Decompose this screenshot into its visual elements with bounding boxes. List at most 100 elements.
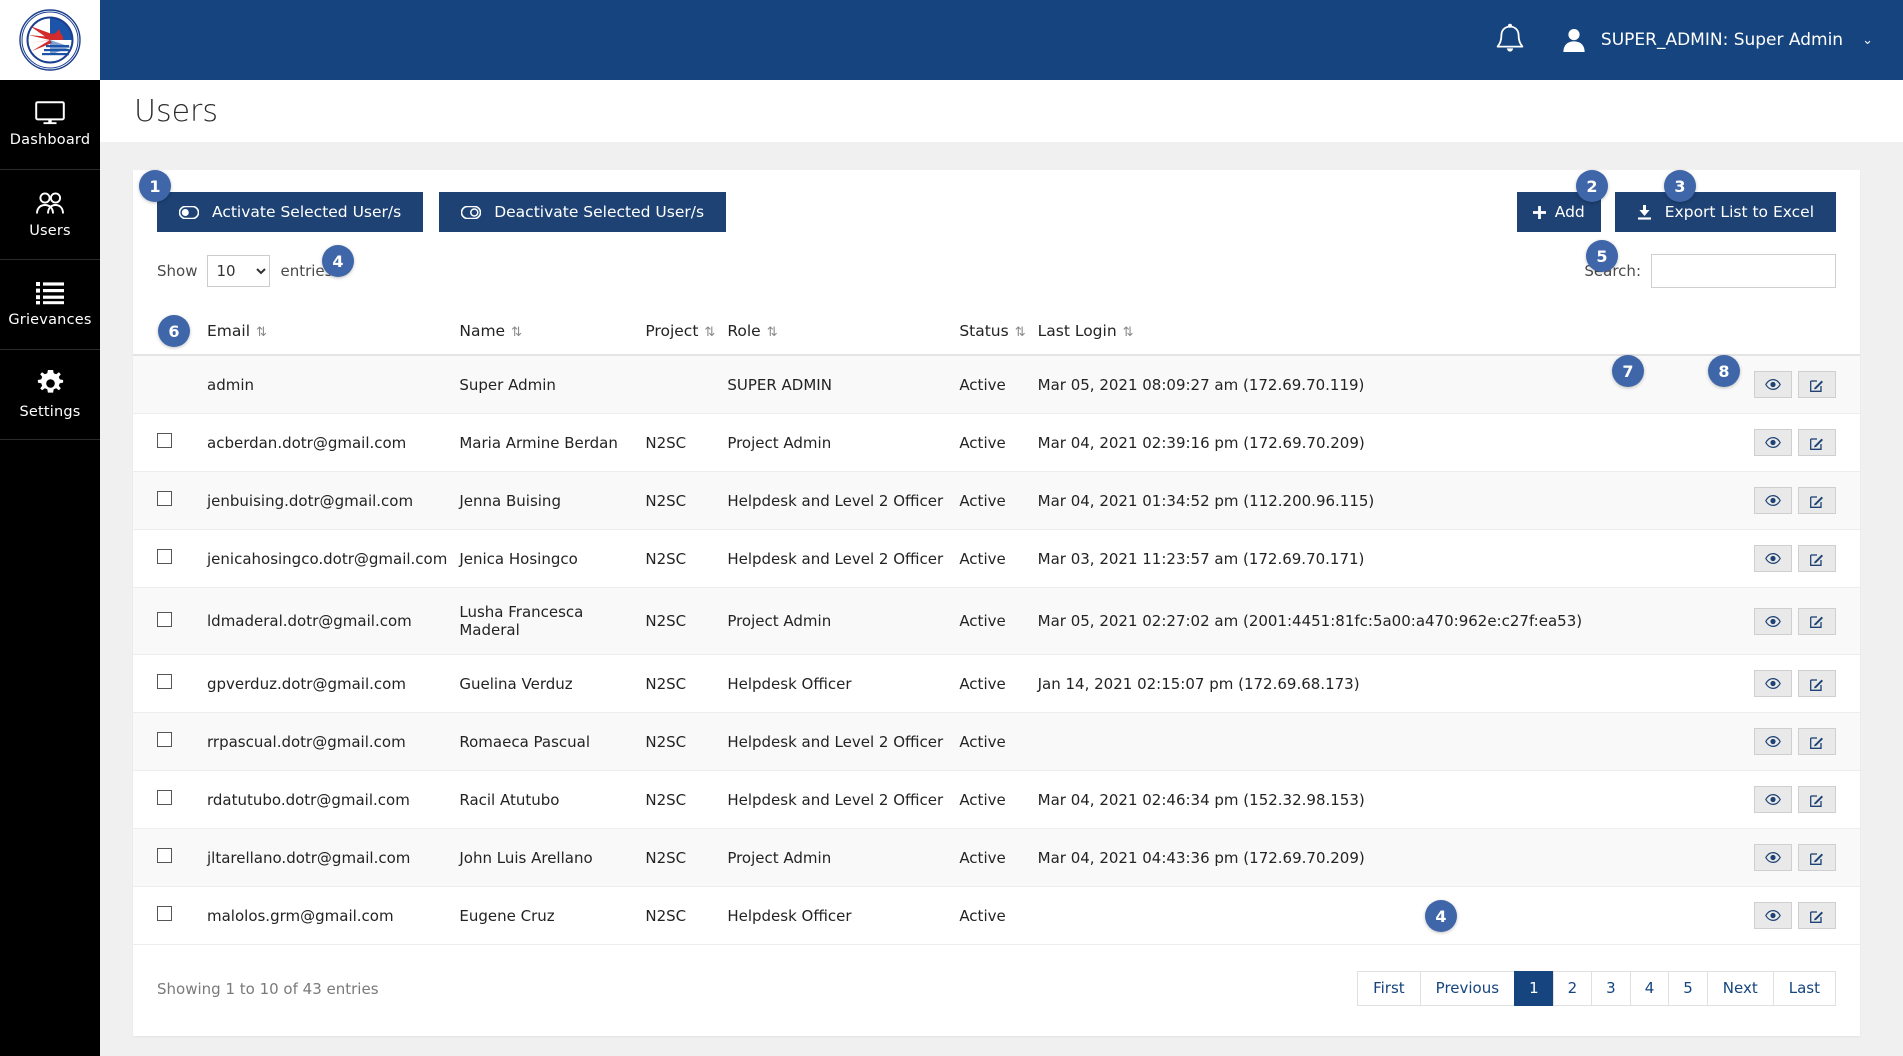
table-row: adminSuper AdminSUPER ADMINActiveMar 05,… — [133, 355, 1860, 414]
row-select-cell — [133, 887, 181, 945]
cell-project: N2SC — [639, 414, 721, 472]
app-logo[interactable] — [0, 0, 100, 80]
users-card: Activate Selected User/s Deactivate Sele… — [133, 170, 1860, 1036]
column-header-project[interactable]: Project⇅ — [639, 308, 721, 355]
eye-icon — [1765, 794, 1781, 805]
pagination-3[interactable]: 3 — [1591, 971, 1630, 1006]
edit-pencil-icon — [1810, 677, 1824, 691]
edit-button[interactable] — [1798, 429, 1836, 456]
column-header-name[interactable]: Name⇅ — [453, 308, 639, 355]
sidebar-item-grievances[interactable]: Grievances — [0, 260, 100, 350]
cell-email: malolos.grm@gmail.com — [181, 887, 453, 945]
row-select-checkbox[interactable] — [157, 674, 172, 689]
edit-button[interactable] — [1798, 786, 1836, 813]
search-input[interactable] — [1651, 254, 1836, 288]
pagination-previous[interactable]: Previous — [1420, 971, 1514, 1006]
pagination-2[interactable]: 2 — [1553, 971, 1592, 1006]
row-actions-cell — [1730, 771, 1860, 829]
annotation-badge: 8 — [1708, 355, 1740, 387]
sidebar-item-settings[interactable]: Settings — [0, 350, 100, 440]
row-select-checkbox[interactable] — [157, 732, 172, 747]
table-row: jenicahosingco.dotr@gmail.comJenica Hosi… — [133, 530, 1860, 588]
row-select-checkbox[interactable] — [157, 549, 172, 564]
cell-role: SUPER ADMIN — [721, 355, 953, 414]
row-actions-cell — [1730, 887, 1860, 945]
search-control: Search: — [1584, 254, 1836, 288]
cell-status: Active — [953, 771, 1031, 829]
toggle-on-icon — [179, 206, 199, 219]
edit-pencil-icon — [1810, 851, 1824, 865]
row-select-checkbox[interactable] — [157, 433, 172, 448]
edit-button[interactable] — [1798, 608, 1836, 635]
cell-status: Active — [953, 355, 1031, 414]
column-header-label: Last Login — [1038, 322, 1117, 340]
user-menu[interactable]: SUPER_ADMIN: Super Admin ⌄ — [1560, 26, 1873, 54]
view-button[interactable] — [1754, 487, 1792, 514]
showing-entries-info: Showing 1 to 10 of 43 entries — [157, 980, 379, 998]
pagination-4[interactable]: 4 — [1630, 971, 1669, 1006]
table-row: jenbuising.dotr@gmail.comJenna BuisingN2… — [133, 472, 1860, 530]
column-header-email[interactable]: Email⇅ — [181, 308, 453, 355]
pagination-5[interactable]: 5 — [1668, 971, 1707, 1006]
edit-pencil-icon — [1810, 735, 1824, 749]
activate-selected-users-button[interactable]: Activate Selected User/s — [157, 192, 423, 232]
edit-button[interactable] — [1798, 670, 1836, 697]
row-select-checkbox[interactable] — [157, 906, 172, 921]
column-header-label: Status — [959, 322, 1008, 340]
export-list-to-excel-button[interactable]: Export List to Excel — [1615, 192, 1836, 232]
edit-button[interactable] — [1798, 371, 1836, 398]
column-header-label: Name — [459, 322, 505, 340]
page-length-select[interactable]: 102550100 — [207, 255, 270, 287]
pagination-first[interactable]: First — [1357, 971, 1420, 1006]
sidebar-item-users[interactable]: Users — [0, 170, 100, 260]
view-button[interactable] — [1754, 786, 1792, 813]
edit-button[interactable] — [1798, 728, 1836, 755]
pagination-last[interactable]: Last — [1773, 971, 1836, 1006]
sidebar-item-label: Dashboard — [10, 132, 90, 148]
cell-name: Racil Atutubo — [453, 771, 639, 829]
eye-icon — [1765, 616, 1781, 627]
column-header-label: Email — [207, 322, 250, 340]
edit-button[interactable] — [1798, 545, 1836, 572]
view-button[interactable] — [1754, 902, 1792, 929]
annotation-badge: 5 — [1586, 240, 1618, 272]
cell-last_login — [1032, 713, 1730, 771]
cell-email: acberdan.dotr@gmail.com — [181, 414, 453, 472]
view-button[interactable] — [1754, 545, 1792, 572]
sidebar-item-dashboard[interactable]: Dashboard — [0, 80, 100, 170]
view-button[interactable] — [1754, 670, 1792, 697]
view-button[interactable] — [1754, 371, 1792, 398]
column-header-status[interactable]: Status⇅ — [953, 308, 1031, 355]
download-icon — [1637, 205, 1652, 220]
row-actions-cell — [1730, 355, 1860, 414]
cell-email: rrpascual.dotr@gmail.com — [181, 713, 453, 771]
cell-status: Active — [953, 655, 1031, 713]
content-area: Activate Selected User/s Deactivate Sele… — [100, 142, 1903, 1056]
row-select-checkbox[interactable] — [157, 491, 172, 506]
cell-role: Project Admin — [721, 588, 953, 655]
view-button[interactable] — [1754, 844, 1792, 871]
row-select-checkbox[interactable] — [157, 790, 172, 805]
view-button[interactable] — [1754, 429, 1792, 456]
edit-button[interactable] — [1798, 844, 1836, 871]
row-select-cell — [133, 530, 181, 588]
notifications-button[interactable] — [1494, 23, 1526, 57]
cell-last_login — [1032, 887, 1730, 945]
edit-button[interactable] — [1798, 902, 1836, 929]
cell-project: N2SC — [639, 530, 721, 588]
list-icon — [36, 281, 64, 305]
row-actions-cell — [1730, 655, 1860, 713]
view-button[interactable] — [1754, 608, 1792, 635]
deactivate-selected-users-button[interactable]: Deactivate Selected User/s — [439, 192, 726, 232]
pagination-next[interactable]: Next — [1707, 971, 1773, 1006]
column-header-role[interactable]: Role⇅ — [721, 308, 953, 355]
view-button[interactable] — [1754, 728, 1792, 755]
page-title-bar: Users — [100, 80, 1903, 142]
pagination-1[interactable]: 1 — [1514, 971, 1553, 1006]
cell-name: John Luis Arellano — [453, 829, 639, 887]
edit-button[interactable] — [1798, 487, 1836, 514]
row-select-checkbox[interactable] — [157, 848, 172, 863]
row-select-checkbox[interactable] — [157, 612, 172, 627]
annotation-badge: 4 — [322, 245, 354, 277]
column-header-last_login[interactable]: Last Login⇅ — [1032, 308, 1730, 355]
